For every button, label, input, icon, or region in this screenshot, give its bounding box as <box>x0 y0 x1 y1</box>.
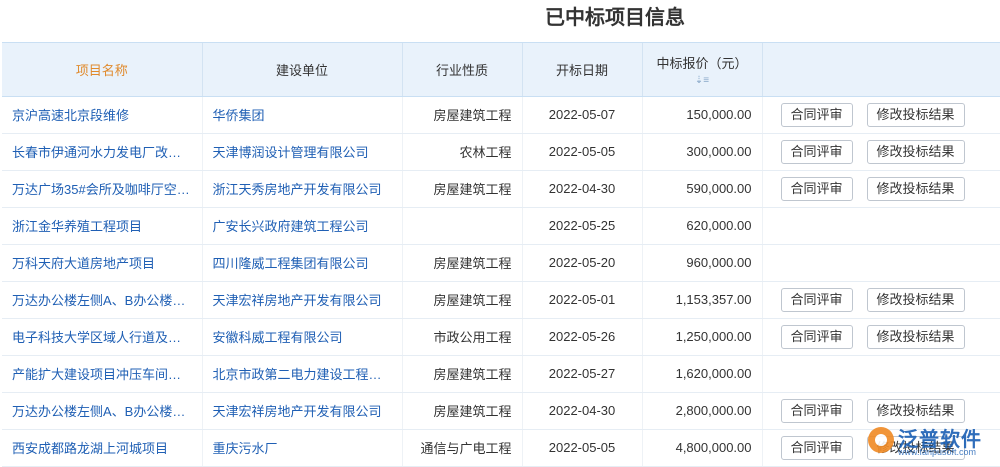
industry-cell: 房屋建筑工程 <box>402 392 523 430</box>
construction-unit-link[interactable]: 北京市政第二电力建设工程… <box>202 355 403 393</box>
modify-bid-result-button[interactable]: 修改投标结果 <box>866 139 965 164</box>
modify-bid-result-button[interactable]: 修改投标结果 <box>866 324 965 349</box>
watermark-logo: 泛普软件 www.fanpusoft.com <box>862 423 992 463</box>
date-cell: 2022-05-01 <box>522 281 643 319</box>
industry-cell <box>402 207 523 245</box>
bid-results-table: 项目名称 建设单位 行业性质 开标日期 中标报价（元） ⇣≡ 京沪高速北京段维修… <box>2 42 1000 467</box>
construction-unit-link[interactable]: 天津博润设计管理有限公司 <box>202 133 403 171</box>
project-name-link[interactable]: 浙江金华养殖工程项目 <box>2 207 203 245</box>
industry-cell: 房屋建筑工程 <box>402 170 523 208</box>
logo-icon <box>868 427 894 453</box>
date-cell: 2022-04-30 <box>522 170 643 208</box>
date-cell: 2022-05-26 <box>522 318 643 356</box>
contract-review-button[interactable]: 合同评审 <box>780 324 853 349</box>
table-row: 长春市伊通河水力发电厂改… 天津博润设计管理有限公司 农林工程 2022-05-05 3… <box>2 133 1000 171</box>
construction-unit-link[interactable]: 四川隆威工程集团有限公司 <box>202 244 403 282</box>
actions-cell: 合同评审 修改投标结果 <box>762 318 1000 356</box>
modify-bid-result-button[interactable]: 修改投标结果 <box>866 102 965 127</box>
construction-unit-link[interactable]: 天津宏祥房地产开发有限公司 <box>202 281 403 319</box>
column-header-name[interactable]: 项目名称 <box>2 43 203 97</box>
construction-unit-link[interactable]: 重庆污水厂 <box>202 429 403 467</box>
project-name-link[interactable]: 西安成都路龙湖上河城项目 <box>2 429 203 467</box>
table-header-row: 项目名称 建设单位 行业性质 开标日期 中标报价（元） ⇣≡ <box>2 43 1000 97</box>
project-name-link[interactable]: 万达广场35#会所及咖啡厅空… <box>2 170 203 208</box>
date-cell: 2022-05-27 <box>522 355 643 393</box>
contract-review-button[interactable]: 合同评审 <box>780 398 853 423</box>
actions-cell: 合同评审 修改投标结果 <box>762 281 1000 319</box>
modify-bid-result-button[interactable]: 修改投标结果 <box>866 176 965 201</box>
project-name-link[interactable]: 万科天府大道房地产项目 <box>2 244 203 282</box>
industry-cell: 房屋建筑工程 <box>402 244 523 282</box>
table-row: 万达办公楼左侧A、B办公楼… 天津宏祥房地产开发有限公司 房屋建筑工程 2022-05… <box>2 281 1000 319</box>
actions-cell: 合同评审 修改投标结果 <box>762 170 1000 208</box>
contract-review-button[interactable]: 合同评审 <box>780 176 853 201</box>
price-cell: 4,800,000.00 <box>642 429 763 467</box>
column-header-price[interactable]: 中标报价（元） ⇣≡ <box>642 43 763 97</box>
industry-cell: 农林工程 <box>402 133 523 171</box>
actions-cell <box>762 244 1000 282</box>
price-cell: 2,800,000.00 <box>642 392 763 430</box>
price-cell: 1,153,357.00 <box>642 281 763 319</box>
price-cell: 1,250,000.00 <box>642 318 763 356</box>
actions-cell <box>762 207 1000 245</box>
price-cell: 620,000.00 <box>642 207 763 245</box>
date-cell: 2022-05-05 <box>522 429 643 467</box>
watermark-url: www.fanpusoft.com <box>898 447 977 457</box>
industry-cell: 通信与广电工程 <box>402 429 523 467</box>
date-cell: 2022-05-20 <box>522 244 643 282</box>
date-cell: 2022-05-25 <box>522 207 643 245</box>
price-cell: 1,620,000.00 <box>642 355 763 393</box>
column-header-price-label: 中标报价（元） <box>656 55 748 71</box>
industry-cell: 房屋建筑工程 <box>402 355 523 393</box>
contract-review-button[interactable]: 合同评审 <box>780 102 853 127</box>
table-row: 万达广场35#会所及咖啡厅空… 浙江天秀房地产开发有限公司 房屋建筑工程 2022-0… <box>2 170 1000 208</box>
column-header-industry[interactable]: 行业性质 <box>402 43 523 97</box>
construction-unit-link[interactable]: 天津宏祥房地产开发有限公司 <box>202 392 403 430</box>
construction-unit-link[interactable]: 安徽科威工程有限公司 <box>202 318 403 356</box>
contract-review-button[interactable]: 合同评审 <box>780 435 853 460</box>
table-row: 京沪高速北京段维修 华侨集团 房屋建筑工程 2022-05-07 150,000.00 合… <box>2 96 1000 134</box>
price-cell: 150,000.00 <box>642 96 763 134</box>
price-cell: 300,000.00 <box>642 133 763 171</box>
column-header-ops <box>762 43 1000 97</box>
contract-review-button[interactable]: 合同评审 <box>780 287 853 312</box>
price-cell: 960,000.00 <box>642 244 763 282</box>
table-row: 浙江金华养殖工程项目 广安长兴政府建筑工程公司 2022-05-25 620,000.… <box>2 207 1000 245</box>
date-cell: 2022-05-07 <box>522 96 643 134</box>
project-name-link[interactable]: 万达办公楼左侧A、B办公楼… <box>2 281 203 319</box>
contract-review-button[interactable]: 合同评审 <box>780 139 853 164</box>
industry-cell: 市政公用工程 <box>402 318 523 356</box>
table-row: 产能扩大建设项目冲压车间… 北京市政第二电力建设工程… 房屋建筑工程 2022-05-… <box>2 355 1000 393</box>
actions-cell: 合同评审 修改投标结果 <box>762 133 1000 171</box>
table-row: 西安成都路龙湖上河城项目 重庆污水厂 通信与广电工程 2022-05-05 4,800,… <box>2 429 1000 467</box>
actions-cell: 合同评审 修改投标结果 <box>762 96 1000 134</box>
page-title: 已中标项目信息 <box>545 7 685 29</box>
date-cell: 2022-04-30 <box>522 392 643 430</box>
date-cell: 2022-05-05 <box>522 133 643 171</box>
modify-bid-result-button[interactable]: 修改投标结果 <box>866 287 965 312</box>
project-name-link[interactable]: 电子科技大学区域人行道及… <box>2 318 203 356</box>
construction-unit-link[interactable]: 浙江天秀房地产开发有限公司 <box>202 170 403 208</box>
project-name-link[interactable]: 产能扩大建设项目冲压车间… <box>2 355 203 393</box>
table-row: 万达办公楼左侧A、B办公楼… 天津宏祥房地产开发有限公司 房屋建筑工程 2022-04… <box>2 392 1000 430</box>
price-cell: 590,000.00 <box>642 170 763 208</box>
project-name-link[interactable]: 京沪高速北京段维修 <box>2 96 203 134</box>
actions-cell <box>762 355 1000 393</box>
project-name-link[interactable]: 万达办公楼左侧A、B办公楼… <box>2 392 203 430</box>
modify-bid-result-button[interactable]: 修改投标结果 <box>866 398 965 423</box>
industry-cell: 房屋建筑工程 <box>402 96 523 134</box>
column-header-unit[interactable]: 建设单位 <box>202 43 403 97</box>
table-row: 万科天府大道房地产项目 四川隆威工程集团有限公司 房屋建筑工程 2022-05-20 9… <box>2 244 1000 282</box>
industry-cell: 房屋建筑工程 <box>402 281 523 319</box>
column-header-date[interactable]: 开标日期 <box>522 43 643 97</box>
construction-unit-link[interactable]: 广安长兴政府建筑工程公司 <box>202 207 403 245</box>
table-row: 电子科技大学区域人行道及… 安徽科威工程有限公司 市政公用工程 2022-05-26 1… <box>2 318 1000 356</box>
project-name-link[interactable]: 长春市伊通河水力发电厂改… <box>2 133 203 171</box>
construction-unit-link[interactable]: 华侨集团 <box>202 96 403 134</box>
sort-icon[interactable]: ⇣≡ <box>643 75 762 86</box>
